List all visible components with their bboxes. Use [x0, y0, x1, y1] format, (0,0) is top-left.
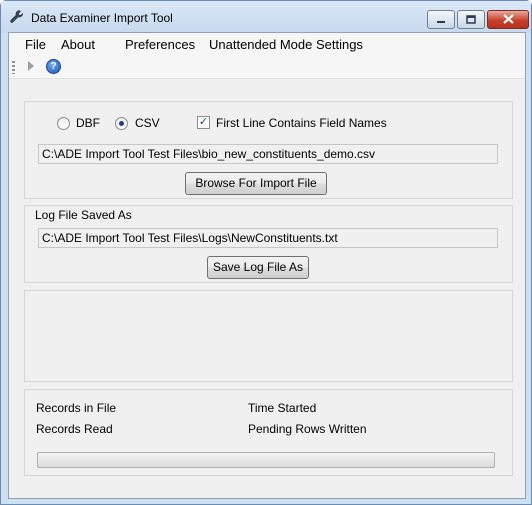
minimize-icon [436, 13, 446, 27]
save-log-file-button[interactable]: Save Log File As [207, 256, 309, 279]
maximize-button[interactable] [457, 10, 485, 29]
dbf-radio[interactable] [57, 117, 70, 130]
browse-import-file-button[interactable]: Browse For Import File [185, 172, 327, 195]
menu-unattended-mode-settings[interactable]: Unattended Mode Settings [209, 37, 363, 52]
records-in-file-label: Records in File [36, 401, 117, 415]
menu-bar: File About Preferences Unattended Mode S… [9, 33, 525, 55]
client-area: File About Preferences Unattended Mode S… [8, 32, 526, 499]
menu-preferences[interactable]: Preferences [125, 37, 195, 52]
menu-file[interactable]: File [25, 37, 46, 52]
play-icon[interactable] [27, 60, 35, 75]
app-window: Data Examiner Import Tool File About Pre… [0, 0, 532, 505]
title-bar[interactable]: Data Examiner Import Tool [1, 1, 531, 33]
wrench-icon [9, 9, 25, 25]
status-panel: Records in File Records Read Time Starte… [24, 389, 513, 476]
pending-rows-written-label: Pending Rows Written [248, 422, 367, 436]
import-file-path-field[interactable]: C:\ADE Import Tool Test Files\bio_new_co… [38, 144, 498, 164]
menu-about[interactable]: About [61, 37, 95, 52]
close-button[interactable] [487, 10, 529, 29]
log-file-group-label: Log File Saved As [35, 208, 132, 222]
log-file-panel: Log File Saved As C:\ADE Import Tool Tes… [24, 205, 513, 283]
first-line-checkbox[interactable]: ✓ [197, 116, 210, 129]
window-title: Data Examiner Import Tool [31, 11, 173, 25]
blank-panel [24, 290, 513, 382]
records-read-label: Records Read [36, 422, 113, 436]
toolbar-grip[interactable] [12, 61, 15, 74]
csv-label: CSV [135, 116, 160, 130]
close-icon [502, 13, 514, 27]
help-icon[interactable]: ? [46, 59, 61, 74]
import-progress-bar [37, 452, 495, 468]
import-file-panel: DBF CSV ✓ First Line Contains Field Name… [24, 101, 513, 199]
log-file-path-field[interactable]: C:\ADE Import Tool Test Files\Logs\NewCo… [38, 228, 498, 248]
csv-radio[interactable] [115, 117, 128, 130]
first-line-label: First Line Contains Field Names [216, 116, 387, 130]
time-started-label: Time Started [248, 401, 317, 415]
dbf-label: DBF [76, 116, 100, 130]
minimize-button[interactable] [427, 10, 455, 29]
maximize-icon [466, 13, 476, 27]
toolbar: ? [9, 55, 525, 79]
